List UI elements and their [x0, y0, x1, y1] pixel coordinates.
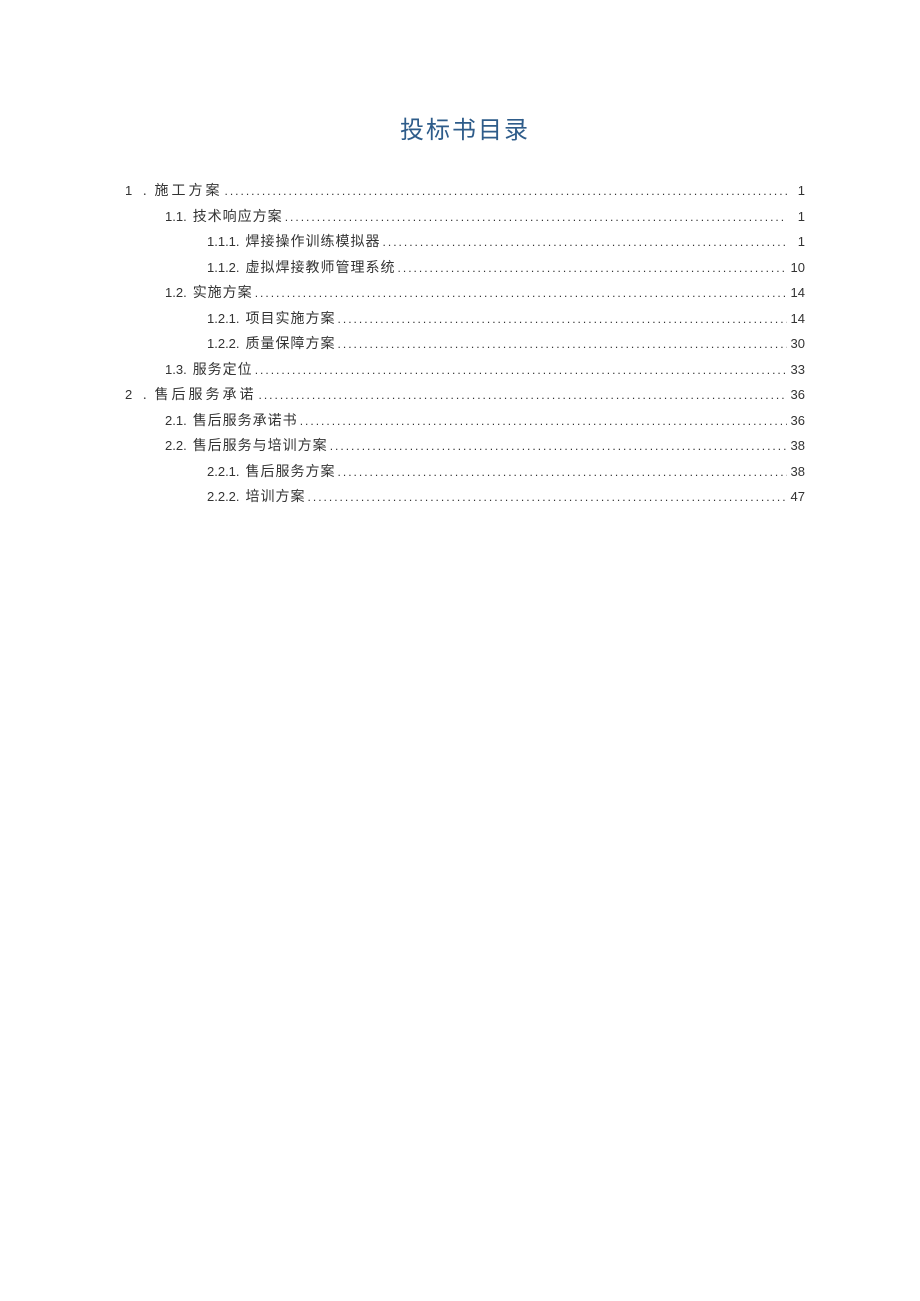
toc-number: 1 [125, 180, 141, 203]
toc-entry: 1.2. 实施方案 14 [125, 282, 805, 307]
toc-entry: 1.1.1. 焊接操作训练模拟器 1 [125, 231, 805, 256]
toc-label: 售后服务承诺书 [193, 410, 298, 435]
toc-page: 38 [787, 435, 805, 458]
toc-separator: . [143, 180, 147, 205]
toc-page: 1 [787, 231, 805, 254]
toc-page: 33 [787, 359, 805, 382]
toc-number: 1.1.2. [207, 257, 240, 280]
toc-leader-dots [336, 309, 787, 330]
toc-label: 培训方案 [246, 486, 306, 511]
toc-label: 实施方案 [193, 282, 253, 307]
toc-label: 虚拟焊接教师管理系统 [246, 257, 396, 282]
toc-page: 1 [787, 180, 805, 203]
toc-label: 焊接操作训练模拟器 [246, 231, 381, 256]
toc-number: 1.3. [165, 359, 187, 382]
toc-label: 售后服务与培训方案 [193, 435, 328, 460]
toc-page: 14 [787, 308, 805, 331]
toc-page: 47 [787, 486, 805, 509]
toc-number: 1.1.1. [207, 231, 240, 254]
toc-leader-dots [253, 283, 787, 304]
toc-entry: 1.2.2. 质量保障方案 30 [125, 333, 805, 358]
toc-number: 1.2. [165, 282, 187, 305]
toc-leader-dots [223, 181, 788, 202]
toc-number: 1.2.1. [207, 308, 240, 331]
toc-number: 1.1. [165, 206, 187, 229]
toc-page: 38 [787, 461, 805, 484]
toc-separator: . [143, 384, 147, 409]
toc-number: 2.2.1. [207, 461, 240, 484]
toc-leader-dots [381, 232, 787, 253]
page-title: 投标书目录 [125, 110, 805, 145]
toc-leader-dots [396, 258, 787, 279]
toc-number: 2.2.2. [207, 486, 240, 509]
toc-leader-dots [306, 487, 787, 508]
toc-page: 30 [787, 333, 805, 356]
toc-entry: 1.2.1. 项目实施方案 14 [125, 308, 805, 333]
toc-number: 1.2.2. [207, 333, 240, 356]
toc-entry: 1.3. 服务定位 33 [125, 359, 805, 384]
toc-entry: 2.1. 售后服务承诺书 36 [125, 410, 805, 435]
toc-page: 14 [787, 282, 805, 305]
toc-page: 36 [787, 384, 805, 407]
toc-label: 售后服务方案 [246, 461, 336, 486]
toc-label: 售后服务承诺 [155, 384, 257, 409]
toc-leader-dots [336, 462, 787, 483]
toc-label: 项目实施方案 [246, 308, 336, 333]
toc-label: 质量保障方案 [246, 333, 336, 358]
toc-entry: 1.1.2. 虚拟焊接教师管理系统 10 [125, 257, 805, 282]
toc-number: 2.1. [165, 410, 187, 433]
toc-leader-dots [298, 411, 787, 432]
toc-entry: 2.2. 售后服务与培训方案 38 [125, 435, 805, 460]
toc-leader-dots [336, 334, 787, 355]
toc-leader-dots [257, 385, 788, 406]
toc-page: 36 [787, 410, 805, 433]
toc-number: 2 [125, 384, 141, 407]
toc-leader-dots [253, 360, 787, 381]
toc-entry: 1 . 施工方案 1 [125, 180, 805, 205]
toc-entry: 2.2.2. 培训方案 47 [125, 486, 805, 511]
toc-page: 1 [787, 206, 805, 229]
toc-label: 服务定位 [193, 359, 253, 384]
toc-number: 2.2. [165, 435, 187, 458]
toc-entry: 1.1. 技术响应方案 1 [125, 206, 805, 231]
toc-page: 10 [787, 257, 805, 280]
toc-leader-dots [328, 436, 787, 457]
table-of-contents: 1 . 施工方案 1 1.1. 技术响应方案 1 1.1.1. 焊接操作训练模拟… [125, 180, 805, 511]
toc-entry: 2.2.1. 售后服务方案 38 [125, 461, 805, 486]
toc-leader-dots [283, 207, 787, 228]
toc-label: 技术响应方案 [193, 206, 283, 231]
toc-entry: 2 . 售后服务承诺 36 [125, 384, 805, 409]
toc-label: 施工方案 [155, 180, 223, 205]
